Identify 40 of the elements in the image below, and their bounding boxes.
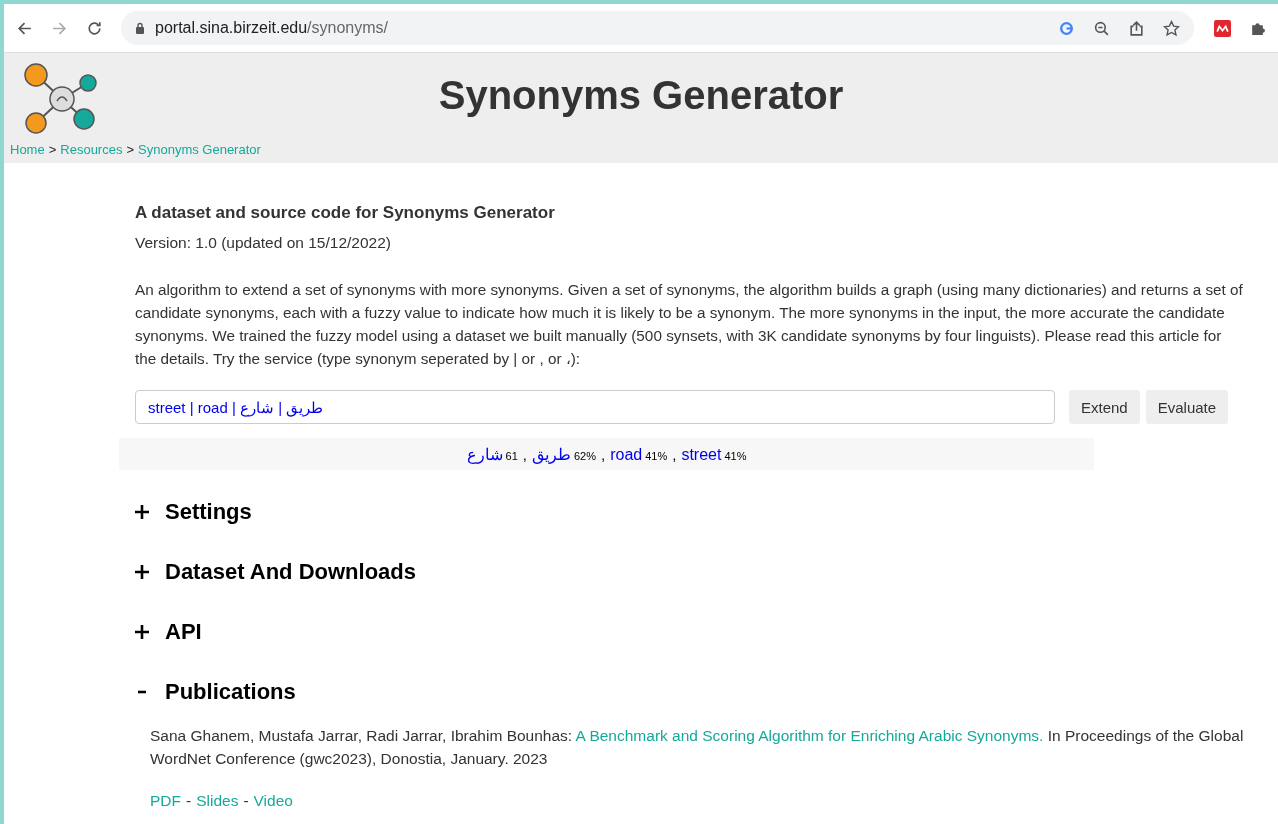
url-text: portal.sina.birzeit.edu/synonyms/	[155, 19, 389, 37]
section-title[interactable]: Settings	[165, 499, 252, 525]
link-separator: -	[243, 792, 249, 810]
synonym-link[interactable]: road	[610, 445, 643, 464]
description-text: An algorithm to extend a set of synonyms with more synonyms. Given a set of synonyms, the algorithm builds a graph (using many dictionaries) and returns a set of candidate synonyms, each with a fuzzy value to indicate how much it is likely to be a synonym. The more synonyms in the input, the more accurate the candidate synonyms. We trained the fuzzy model using a dataset we built manually (500 synsets, with 3K candidate synonyms by four linguists). Please read this article for the details. Try the service (type synonym seperated by | or , or ،):	[135, 280, 1244, 369]
dataset-heading: A dataset and source code for Synonyms Generator	[135, 203, 556, 223]
action-button[interactable]: Evaluate	[1145, 390, 1229, 424]
synonym-link[interactable]: طريق	[531, 444, 571, 464]
version-text: Version: 1.0 (updated on 15/12/2022)	[135, 233, 392, 253]
result-separator: ,	[601, 445, 606, 463]
minus-icon[interactable]	[135, 690, 149, 694]
section-title[interactable]: Publications	[165, 679, 296, 705]
synonym-link[interactable]: street	[681, 445, 722, 464]
share-icon[interactable]	[1128, 19, 1145, 37]
address-bar[interactable]: portal.sina.birzeit.edu/synonyms/	[121, 11, 1194, 45]
result-separator: ,	[522, 445, 527, 463]
breadcrumb-separator: >	[126, 142, 134, 157]
publication-citation: Sana Ghanem, Mustafa Jarrar, Radi Jarrar, Ibrahim Bounhas: A Benchmark and Scoring Algorithm for Enriching Arabic Synonyms. In Proceedings of the Global WordNet Conference (gwc2023), Donostia, January. 2023	[150, 726, 1245, 769]
google-icon[interactable]	[1058, 19, 1075, 37]
link-separator: -	[186, 792, 192, 810]
reload-icon[interactable]	[86, 19, 103, 37]
section-title[interactable]: Dataset And Downloads	[165, 559, 416, 585]
plus-icon[interactable]	[135, 505, 149, 519]
result-separator: ,	[672, 445, 677, 463]
zoom-out-icon[interactable]	[1093, 19, 1110, 37]
synonym-link[interactable]: شارع	[466, 444, 503, 464]
extension-icon[interactable]	[1214, 19, 1231, 37]
synonym-score: 41%	[724, 449, 747, 462]
page-title: Synonyms Generator	[438, 73, 844, 119]
plus-icon[interactable]	[135, 625, 149, 639]
synonym-score: 62%	[573, 449, 596, 462]
star-icon[interactable]	[1163, 19, 1180, 37]
action-button[interactable]: Extend	[1069, 390, 1140, 424]
section-title[interactable]: API	[165, 619, 202, 645]
plus-icon[interactable]	[135, 565, 149, 579]
lock-icon	[135, 22, 145, 34]
synonyms-input-field[interactable]: street | road | طريق | شارع	[135, 390, 1055, 424]
breadcrumb-separator: >	[48, 142, 57, 157]
synonym-score: 41%	[645, 449, 668, 462]
synonym-score: 61	[505, 449, 518, 462]
